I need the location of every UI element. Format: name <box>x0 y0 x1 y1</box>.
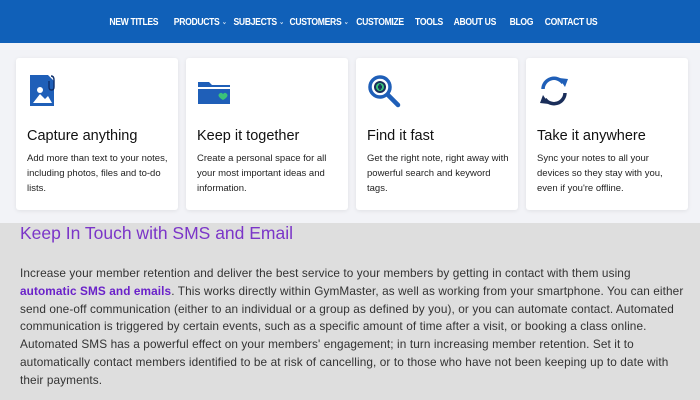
nav-slot: Products ⌄ <box>169 16 231 28</box>
folder-heart-icon <box>198 82 230 104</box>
nav-slot: New Titles <box>99 16 169 28</box>
sync-icon <box>540 76 568 106</box>
chevron-down-icon: ⌄ <box>279 18 285 26</box>
feature-card-capture: Capture anything Add more than text to y… <box>16 58 178 210</box>
nav-item-products[interactable]: Products ⌄ <box>174 16 227 28</box>
feature-title: Find it fast <box>367 128 434 144</box>
feature-description: Add more than text to your notes, includ… <box>27 153 168 194</box>
nav-slot: Blog <box>501 16 541 28</box>
feature-description: Get the right note, right away with powe… <box>367 153 509 194</box>
nav-item-customers[interactable]: Customers ⌄ <box>290 16 349 28</box>
nav-item-tools[interactable]: Tools <box>415 16 443 28</box>
feature-title: Take it anywhere <box>537 128 646 144</box>
nav-item-subjects[interactable]: Subjects ⌄ <box>234 16 285 28</box>
feature-cards: Capture anything Add more than text to y… <box>0 43 700 223</box>
feature-description: Create a personal space for all your mos… <box>197 153 327 194</box>
feature-title: Capture anything <box>27 128 138 144</box>
top-navigation: New Titles Products ⌄ Subjects ⌄ Customers… <box>0 0 700 43</box>
chevron-down-icon: ⌄ <box>221 18 227 26</box>
feature-card-take: Take it anywhere Sync your notes to all … <box>526 58 688 210</box>
nav-item-contact-us[interactable]: Contact Us <box>545 16 598 28</box>
feature-title: Keep it together <box>197 128 300 144</box>
section-body: Increase your member retention and deliv… <box>20 266 684 387</box>
chevron-down-icon: ⌄ <box>343 18 349 26</box>
nav-item-blog[interactable]: Blog <box>509 16 533 28</box>
section-heading: Keep In Touch with SMS and Email <box>20 223 294 243</box>
sms-email-section: Keep In Touch with SMS and Email Increas… <box>0 223 700 400</box>
nav-slot: Subjects ⌄ <box>231 16 287 28</box>
nav-slot: Tools <box>409 16 449 28</box>
nav-item-customize[interactable]: Customize <box>356 16 404 28</box>
nav-slot: Customers ⌄ <box>287 16 351 28</box>
feature-description: Sync your notes to all your devices so t… <box>537 153 663 194</box>
magnifier-icon <box>368 75 401 108</box>
nav-slot: Contact Us <box>541 16 601 28</box>
nav-item-about-us[interactable]: About Us <box>454 16 497 28</box>
nav-slot: Customize <box>351 16 409 28</box>
nav-slot: About Us <box>449 16 501 28</box>
feature-card-find: Find it fast Get the right note, right a… <box>356 58 518 210</box>
document-image-icon <box>30 74 55 106</box>
nav-item-new-titles[interactable]: New Titles <box>110 16 159 28</box>
feature-card-keep: Keep it together Create a personal space… <box>186 58 348 210</box>
automatic-sms-link[interactable]: automatic SMS and emails <box>20 284 171 298</box>
